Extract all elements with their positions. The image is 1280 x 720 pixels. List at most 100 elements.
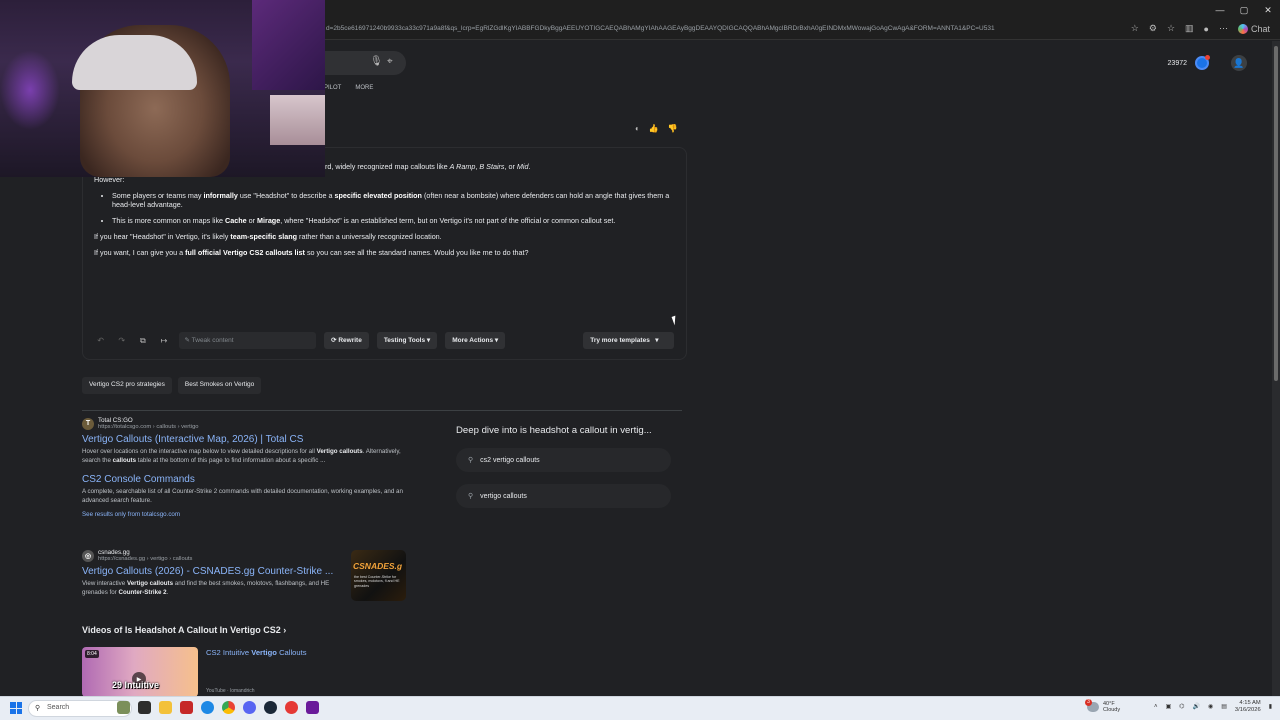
bold-text: Mirage	[257, 216, 281, 226]
bold-text: Cache	[225, 216, 247, 226]
suggestion-text: vertigo callouts	[480, 492, 527, 500]
widget-icon[interactable]	[117, 701, 130, 714]
section-divider	[82, 410, 682, 411]
text: so you can see all the standard names. W…	[306, 247, 529, 257]
maximize-icon[interactable]: ▢	[1232, 0, 1256, 20]
task-view-icon[interactable]	[138, 701, 151, 714]
callout-mid: Mid	[516, 162, 529, 171]
rewards-medal-icon[interactable]	[1195, 55, 1210, 70]
app-red-circle-icon[interactable]	[285, 701, 298, 714]
testing-tools-button[interactable]: Testing Tools ▾	[376, 332, 438, 349]
notification-icon[interactable]: ▮	[1269, 703, 1272, 710]
answer-body: However: Some players or teams may infor…	[94, 175, 684, 263]
bold-text: team-specific slang	[230, 231, 298, 241]
search-icon: ⚲	[468, 457, 474, 464]
tweak-content-input[interactable]: ✎ Tweak content	[178, 332, 317, 349]
redo-icon[interactable]: ↷	[115, 336, 128, 345]
discord-icon[interactable]	[243, 701, 256, 714]
edge-icon[interactable]	[201, 701, 214, 714]
chevron-up-icon[interactable]: ˄	[1154, 704, 1158, 710]
deep-dive-suggestion[interactable]: ⚲ vertigo callouts	[456, 484, 671, 508]
bold-text: full official Vertigo CS2 callouts list	[185, 247, 305, 257]
menu-dots-icon[interactable]: ⋯	[1219, 23, 1228, 34]
chip-pro-strategies[interactable]: Vertigo CS2 pro strategies	[82, 377, 172, 394]
bold-text: Vertigo	[251, 648, 277, 657]
export-icon[interactable]: ↦	[157, 336, 170, 345]
page-scrollbar[interactable]	[1272, 41, 1280, 696]
tab-copilot[interactable]: PILOT	[324, 85, 341, 91]
copilot-chat-button[interactable]: Chat	[1237, 23, 1270, 34]
testing-tools-label: Testing Tools	[383, 337, 426, 344]
app-red-icon[interactable]	[180, 701, 193, 714]
clock-time: 4:15 AM	[1239, 700, 1261, 706]
minimize-icon[interactable]: —	[1208, 0, 1232, 20]
more-actions-label: More Actions	[452, 337, 494, 344]
network-icon[interactable]: ⌬	[1179, 703, 1184, 710]
text: Some players or teams may	[112, 190, 202, 200]
system-clock[interactable]: 4:15 AM 3/16/2026	[1235, 700, 1261, 714]
favorite-star-icon[interactable]: ☆	[1131, 23, 1139, 34]
result-snippet: View interactive Vertigo callouts and fi…	[82, 580, 347, 598]
steam-icon[interactable]	[264, 701, 277, 714]
copilot-logo-icon	[1237, 23, 1248, 34]
copilot-icon[interactable]: ◐	[635, 124, 640, 133]
search-icon: ⚲	[468, 493, 474, 500]
tray-icon[interactable]: ▤	[1221, 703, 1227, 710]
video-thumbnail[interactable]: 8:04 ▶ 29 Intuitive	[82, 647, 198, 696]
video-title-link[interactable]: CS2 Intuitive Vertigo Callouts	[206, 648, 307, 657]
text: If you hear "Headshot" in Vertigo, it's …	[94, 231, 229, 241]
tray-icon[interactable]: ◉	[1208, 703, 1213, 710]
visual-search-icon[interactable]: ⌖	[387, 56, 393, 67]
video-source: YouTube · lomandrich	[206, 688, 255, 694]
profile-icon[interactable]: ●	[1204, 24, 1209, 34]
windows-start-icon[interactable]	[10, 702, 22, 714]
url-field[interactable]: d=2b5ce616971240b9933ca33c971a9a8f&qs_lc…	[326, 25, 1146, 32]
deep-dive-suggestion[interactable]: ⚲ cs2 vertigo callouts	[456, 448, 671, 472]
result-url[interactable]: https://totalcsgo.com › callouts › verti…	[98, 424, 199, 430]
favorites-icon[interactable]: ☆	[1167, 23, 1175, 34]
windows-taskbar: ⚲ Search 3 40°F Cloudy ˄ ▣ ⌬ 🔊 ◉ ▤ 4:15 …	[0, 696, 1280, 720]
rewrite-label: Rewrite	[338, 337, 362, 344]
account-avatar-icon[interactable]: 👤	[1231, 55, 1247, 71]
search-icon: ⚲	[35, 705, 41, 712]
result-title-link[interactable]: Vertigo Callouts (2026) - CSNADES.gg Cou…	[82, 566, 347, 577]
answer-bullet: This is more common on maps like Cache o…	[112, 216, 684, 226]
rewrite-button[interactable]: ⟳ Rewrite	[324, 332, 369, 349]
videos-heading[interactable]: Videos of Is Headshot A Callout In Verti…	[82, 625, 286, 635]
result-url[interactable]: https://csnades.gg › vertigo › callouts	[98, 556, 192, 562]
more-actions-button[interactable]: More Actions ▾	[445, 332, 506, 349]
tray-app-icon[interactable]: ▣	[1166, 703, 1172, 710]
close-icon[interactable]: ✕	[1256, 0, 1280, 20]
chip-best-smokes[interactable]: Best Smokes on Vertigo	[177, 377, 262, 394]
volume-icon[interactable]: 🔊	[1192, 703, 1199, 710]
bold-text: Vertigo callouts	[316, 448, 363, 456]
microphone-icon[interactable]: 🎙	[370, 56, 383, 67]
search-nav-tabs: PILOT MORE	[324, 85, 373, 91]
file-explorer-icon[interactable]	[159, 701, 172, 714]
undo-icon[interactable]: ↶	[94, 336, 107, 345]
try-templates-button[interactable]: Try more templates ▾	[583, 332, 675, 349]
sub-result-title-link[interactable]: CS2 Console Commands	[82, 474, 412, 485]
scrollbar-thumb[interactable]	[1274, 46, 1278, 381]
csnades-favicon-icon: ◎	[82, 549, 94, 562]
result-title-link[interactable]: Vertigo Callouts (Interactive Map, 2026)…	[82, 434, 412, 445]
weather-widget[interactable]: 3 40°F Cloudy	[1085, 699, 1120, 713]
thumbs-up-icon[interactable]: 👍	[649, 124, 659, 133]
address-bar-icons: ☆ ⚙ ☆ ▥ ● ⋯ Chat	[1131, 23, 1270, 34]
rewards-points[interactable]: 23972	[1168, 60, 1187, 67]
chrome-icon[interactable]	[222, 701, 235, 714]
thumbs-down-icon[interactable]: 👎	[668, 124, 678, 133]
see-more-from-site-link[interactable]: See results only from totalcsgo.com	[82, 511, 412, 518]
sub-result-snippet: A complete, searchable list of all Count…	[82, 488, 403, 505]
split-screen-icon[interactable]: ▥	[1185, 23, 1194, 34]
csnades-thumbnail[interactable]: CSNADES.g the best Counter-Strike for sm…	[351, 550, 406, 601]
app-purple-icon[interactable]	[306, 701, 319, 714]
copy-icon[interactable]: ⧉	[136, 336, 149, 346]
webcam-overlay	[0, 0, 325, 177]
text: .	[166, 589, 169, 597]
tab-more[interactable]: MORE	[355, 85, 373, 91]
deep-dive-title: Deep dive into is headshot a callout in …	[456, 425, 652, 436]
extension-icon[interactable]: ⚙	[1149, 23, 1157, 34]
suggestion-text: cs2 vertigo callouts	[480, 456, 540, 464]
cloud-icon: 3	[1085, 699, 1099, 713]
